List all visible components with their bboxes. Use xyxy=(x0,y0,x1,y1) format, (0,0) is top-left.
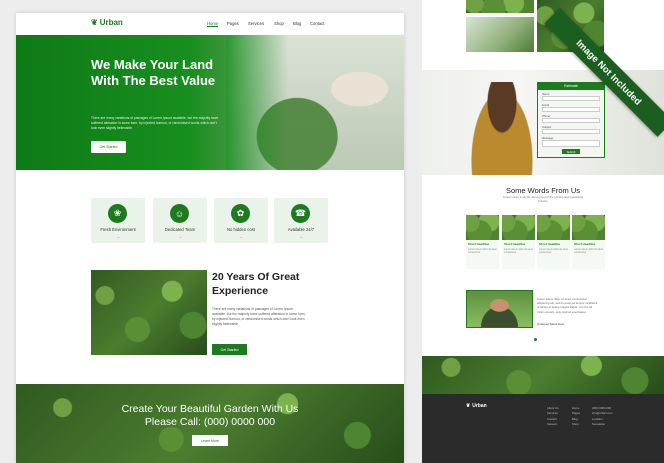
cta-heading: Create Your Beautiful Garden With Us Ple… xyxy=(16,403,404,428)
card-title: Short Headline xyxy=(574,242,596,246)
experience-title: 20 Years Of Great Experience xyxy=(212,271,300,297)
blog-card[interactable]: Short Headline Lorem ipsum dolor sit ame… xyxy=(537,215,570,269)
nav-contact[interactable]: Contact xyxy=(310,21,324,26)
card-title: Short Headline xyxy=(468,242,490,246)
card-title: Short Headline xyxy=(539,242,561,246)
testimonials-subtitle: Lorem ipsum is simply dummy text of the … xyxy=(502,195,584,203)
leaf-icon: ❦ xyxy=(466,403,471,409)
hero-title: We Make Your Land With The Best Value xyxy=(91,57,216,89)
nav-home[interactable]: Home xyxy=(207,21,219,27)
blog-card[interactable]: Short Headline Lorem ipsum dolor sit ame… xyxy=(502,215,535,269)
hero-photo xyxy=(226,35,404,170)
submit-button[interactable]: Submit xyxy=(562,149,580,154)
feature-card[interactable]: ☺ Dedicated Team → xyxy=(153,198,207,243)
nav-shop[interactable]: Shop xyxy=(274,21,284,26)
form-title: Estimate xyxy=(538,83,604,90)
testimonial-avatar xyxy=(466,290,533,328)
feature-card[interactable]: ❀ Fresh Environment → xyxy=(91,198,145,243)
card-photo xyxy=(537,215,570,240)
card-photo xyxy=(502,215,535,240)
footer-link[interactable]: Pages xyxy=(572,411,580,416)
name-field[interactable] xyxy=(542,96,600,101)
experience-button[interactable]: Get Started xyxy=(212,344,247,355)
card-photo xyxy=(466,215,499,240)
slider-dot[interactable] xyxy=(534,338,537,341)
feature-label: No hidden cost xyxy=(227,227,255,232)
estimate-form: Estimate Name Email Phone Subject Messag… xyxy=(537,82,605,158)
footer-column: Home Pages Blog Shop xyxy=(572,406,580,427)
testimonials-title: Some Words From Us xyxy=(505,186,581,195)
footer-info: Newsletter xyxy=(592,421,606,426)
hero-text: There are many variations of passages of… xyxy=(91,116,219,130)
card-text: Lorem ipsum dolor sit amet consectetur xyxy=(504,248,533,255)
brand-logo[interactable]: ❦ Urban xyxy=(91,18,123,27)
gallery-photo xyxy=(466,17,534,52)
headset-icon: ☎ xyxy=(291,204,310,223)
feature-label: Dedicated Team xyxy=(164,227,196,232)
card-text: Lorem ipsum dolor sit amet consectetur xyxy=(539,248,568,255)
feature-label: Fresh Environment xyxy=(100,227,136,232)
nav-blog[interactable]: Blog xyxy=(293,21,301,26)
arrow-right-icon: → xyxy=(178,234,182,239)
testimonial-author: Customer Name Here xyxy=(537,322,565,326)
testimonial-quote: Lorem ipsum dolor sit amet, consectetur … xyxy=(537,297,598,314)
hero-section: We Make Your Land With The Best Value Th… xyxy=(16,35,404,170)
arrow-right-icon: → xyxy=(299,234,303,239)
landing-page-preview: ❦ Urban Home Pages Services Shop Blog Con… xyxy=(16,13,404,463)
feature-card[interactable]: ☎ Available 24/7 → xyxy=(274,198,328,243)
footer-link[interactable]: Services xyxy=(547,411,559,416)
learn-more-button[interactable]: Learn More xyxy=(192,435,228,446)
plant-icon: ✿ xyxy=(231,204,250,223)
nav-pages[interactable]: Pages xyxy=(227,21,239,26)
arrow-right-icon: → xyxy=(116,234,120,239)
footer-column: (000) 0000 000 info@urban.com Location N… xyxy=(592,406,613,427)
phone-field[interactable] xyxy=(542,118,600,123)
card-text: Lorem ipsum dolor sit amet consectetur xyxy=(574,248,603,255)
watering-photo xyxy=(91,270,207,355)
email-field[interactable] xyxy=(542,107,600,112)
blog-card[interactable]: Short Headline Lorem ipsum dolor sit ame… xyxy=(466,215,499,269)
cta-line: Create Your Beautiful Garden With Us xyxy=(121,403,299,415)
leaf-icon: ❀ xyxy=(108,204,127,223)
blog-card[interactable]: Short Headline Lorem ipsum dolor sit ame… xyxy=(572,215,605,269)
footer-info[interactable]: info@urban.com xyxy=(592,411,613,416)
subject-field[interactable] xyxy=(542,129,600,134)
card-photo xyxy=(572,215,605,240)
card-title: Short Headline xyxy=(504,242,526,246)
get-started-button[interactable]: Get Started xyxy=(91,141,126,153)
card-text: Lorem ipsum dolor sit amet consectetur xyxy=(468,248,497,255)
woman-photo xyxy=(467,82,537,175)
cta-phone: Please Call: (000) 0000 000 xyxy=(144,415,276,428)
team-icon: ☺ xyxy=(170,204,189,223)
feature-label: Available 24/7 xyxy=(287,227,315,232)
gallery-photo xyxy=(466,0,534,13)
nav-services[interactable]: Services xyxy=(248,21,264,26)
message-field[interactable] xyxy=(542,140,600,147)
footer-logo[interactable]: ❦ Urban xyxy=(466,403,487,409)
footer-column: About Us Services Contact Careers xyxy=(547,406,559,427)
leaf-icon: ❦ xyxy=(91,18,98,27)
footer-link[interactable]: Shop xyxy=(572,422,580,427)
experience-text: There are many variations of passages of… xyxy=(212,307,306,326)
top-navbar: ❦ Urban Home Pages Services Shop Blog Con… xyxy=(16,13,404,35)
feature-card[interactable]: ✿ No hidden cost → xyxy=(214,198,268,243)
footer: ❦ Urban About Us Services Contact Careers… xyxy=(422,394,664,463)
secondary-page-preview: Estimate Name Email Phone Subject Messag… xyxy=(422,0,664,463)
leaf-banner xyxy=(422,356,664,394)
arrow-right-icon: → xyxy=(239,234,243,239)
footer-link[interactable]: Careers xyxy=(547,422,559,427)
